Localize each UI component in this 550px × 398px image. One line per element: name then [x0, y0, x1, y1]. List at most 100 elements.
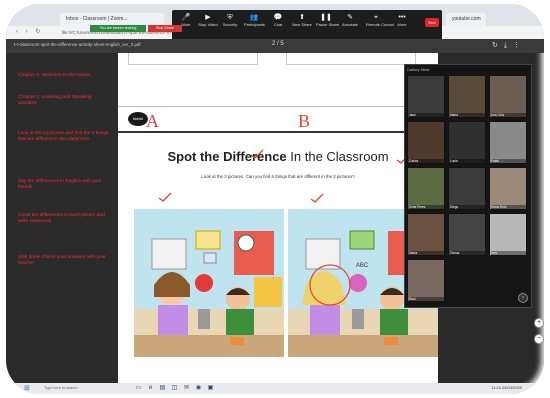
new-share-button[interactable]: ⬆ New Share: [292, 13, 312, 27]
clock-time: 11:24: [491, 385, 501, 390]
new-share-label: New Share: [292, 22, 312, 27]
store-icon[interactable]: ◫: [170, 384, 179, 393]
security-button[interactable]: ⛨ Security: [220, 13, 240, 27]
zoom-gallery-panel: Gallery View Jack Maria Ana Ortiz Carlos…: [404, 64, 532, 308]
participant-name: Carlos: [409, 159, 444, 163]
abc-sign: ABC: [356, 263, 369, 269]
participants-button[interactable]: 👥 Participants: [244, 13, 265, 27]
participant-tile[interactable]: Ines: [489, 213, 527, 256]
participant-tile[interactable]: Maria: [448, 75, 486, 118]
note-item: Well done! Check your answers with your …: [18, 255, 106, 267]
participant-name: Raul: [409, 297, 444, 301]
tab-label: Inbox - Classroom | Zoom...: [66, 16, 128, 22]
classroom-scene-a: [134, 209, 284, 357]
participant-name: Jack: [409, 113, 444, 117]
pdf-toolbar: t-t-classroom-spot-the-difference-activi…: [6, 39, 544, 53]
participant-tile[interactable]: Pablo: [489, 121, 527, 164]
tab-label: youtube.com: [452, 16, 481, 22]
remote-control-button[interactable]: ⌖ Remote Control: [366, 13, 395, 27]
participant-tile[interactable]: Diego: [448, 167, 486, 210]
mic-icon: 🎤: [181, 14, 191, 21]
next-page-icon[interactable]: ›: [518, 293, 528, 303]
stop-share-button[interactable]: Stop Share: [148, 25, 182, 32]
participant-name: Marta: [409, 251, 444, 255]
end-button[interactable]: End: [425, 18, 439, 27]
worksheet-instructions: Look at the 2 pictures. Can you find 6 t…: [201, 174, 355, 179]
participant-name: Ines: [491, 251, 526, 255]
chat-label: Chat: [273, 22, 283, 27]
more-label: More: [397, 22, 407, 27]
remote-control-label: Remote Control: [366, 22, 395, 27]
stop-video-button[interactable]: ▶ Stop Video: [198, 13, 218, 27]
chrome-icon[interactable]: ◉: [194, 384, 203, 393]
brand-logo: twinkl: [128, 112, 148, 126]
participant-name: Lucia: [450, 159, 485, 163]
chat-icon: 💬: [273, 14, 283, 21]
participant-tile[interactable]: Jack: [407, 75, 445, 118]
more-button[interactable]: ••• More: [392, 13, 412, 27]
zoom-app-icon[interactable]: ▣: [206, 384, 215, 393]
security-label: Security: [222, 22, 238, 27]
prev-picture-frame: [286, 53, 416, 65]
share-icon: ⬆: [299, 14, 305, 21]
pen-icon: ✎: [347, 14, 353, 21]
prev-picture-frame: [128, 53, 258, 65]
remote-icon: ⌖: [374, 14, 378, 21]
download-icon[interactable]: ⤓: [504, 42, 513, 49]
previous-page-bottom: [118, 53, 438, 107]
note-item: Chapter 1: Welcome to the lesson: [18, 73, 91, 78]
participant-tile[interactable]: Elena Ruiz: [489, 167, 527, 210]
pdf-title: t-t-classroom-spot-the-difference-activi…: [14, 42, 141, 47]
pdf-actions: ↻⤓⋮: [492, 41, 526, 50]
screen-frame: Inbox - Classroom | Zoom... youtube.com …: [6, 4, 544, 394]
windows-taskbar: ⊞ Type here to search ▭ e ▤ ◫ ✉ ◉ ▣ 11:2…: [6, 383, 544, 394]
taskbar-search[interactable]: Type here to search: [44, 385, 124, 392]
note-item: Chapter 2: Listening and Speaking activi…: [18, 95, 92, 107]
mail-icon[interactable]: ✉: [182, 384, 191, 393]
chat-button[interactable]: 💬 Chat: [268, 13, 288, 27]
zoom-out-icon[interactable]: −: [534, 334, 544, 344]
annotate-button[interactable]: ✎ Annotate: [340, 13, 360, 27]
task-view-icon[interactable]: ▭: [134, 384, 143, 393]
participant-tile[interactable]: Marta: [407, 213, 445, 256]
title-bold: Spot the Difference: [167, 149, 287, 164]
participant-tile[interactable]: Carlos: [407, 121, 445, 164]
picture-a[interactable]: [134, 209, 284, 357]
pause-icon: ❚❚: [320, 14, 332, 21]
notes-sidebar: Chapter 1: Welcome to the lesson Chapter…: [6, 53, 118, 383]
participant-tile[interactable]: Ana Ortiz: [489, 75, 527, 118]
annotation-letter-b: B: [298, 111, 311, 131]
share-status-text: You are screen sharing: [90, 25, 146, 32]
browser-tab[interactable]: youtube.com: [446, 13, 486, 26]
pause-share-button[interactable]: ❚❚ Pause Share: [316, 13, 339, 27]
annotate-label: Annotate: [341, 22, 358, 27]
participant-tile[interactable]: Sofia Perez: [407, 167, 445, 210]
participant-tile[interactable]: Tomas: [448, 213, 486, 256]
participant-name: Sofia Perez: [409, 205, 444, 209]
participants-label: Participants: [244, 22, 265, 27]
note-item: Look at the 2 pictures and find the 6 th…: [18, 131, 109, 143]
shield-icon: ⛨: [227, 14, 233, 21]
participant-name: Ana Ortiz: [491, 113, 526, 117]
checkmark-icon: [250, 149, 264, 159]
windows-start-icon[interactable]: ⊞: [24, 384, 33, 393]
zoom-toolbar: 🎤 Mute ▶ Stop Video ⛨ Security 👥 Participant…: [172, 10, 442, 40]
participant-tile[interactable]: Lucia: [448, 121, 486, 164]
note-item: Say the differences in English with your…: [18, 179, 102, 191]
people-icon: 👥: [249, 14, 259, 21]
system-tray: 11:24 24/04/2020: [491, 385, 522, 390]
rotate-icon[interactable]: ↻: [492, 42, 504, 49]
nav-arrows-icon[interactable]: ‹ › ↻: [16, 28, 43, 35]
edge-icon[interactable]: e: [146, 384, 155, 393]
checkmark-icon: [310, 193, 324, 203]
participant-tile[interactable]: Raul: [407, 259, 445, 302]
more-vert-icon[interactable]: ⋮: [513, 42, 526, 49]
video-icon: ▶: [205, 14, 211, 21]
annotation-letter-a: A: [146, 111, 159, 131]
worksheet-title: Spot the Difference In the Classroom: [118, 149, 438, 164]
page-indicator[interactable]: 2 / 5: [272, 41, 284, 47]
clock-date: 24/04/2020: [501, 385, 522, 390]
zoom-in-icon[interactable]: +: [534, 318, 544, 328]
folder-icon[interactable]: ▤: [158, 384, 167, 393]
participant-name: Pablo: [491, 159, 526, 163]
